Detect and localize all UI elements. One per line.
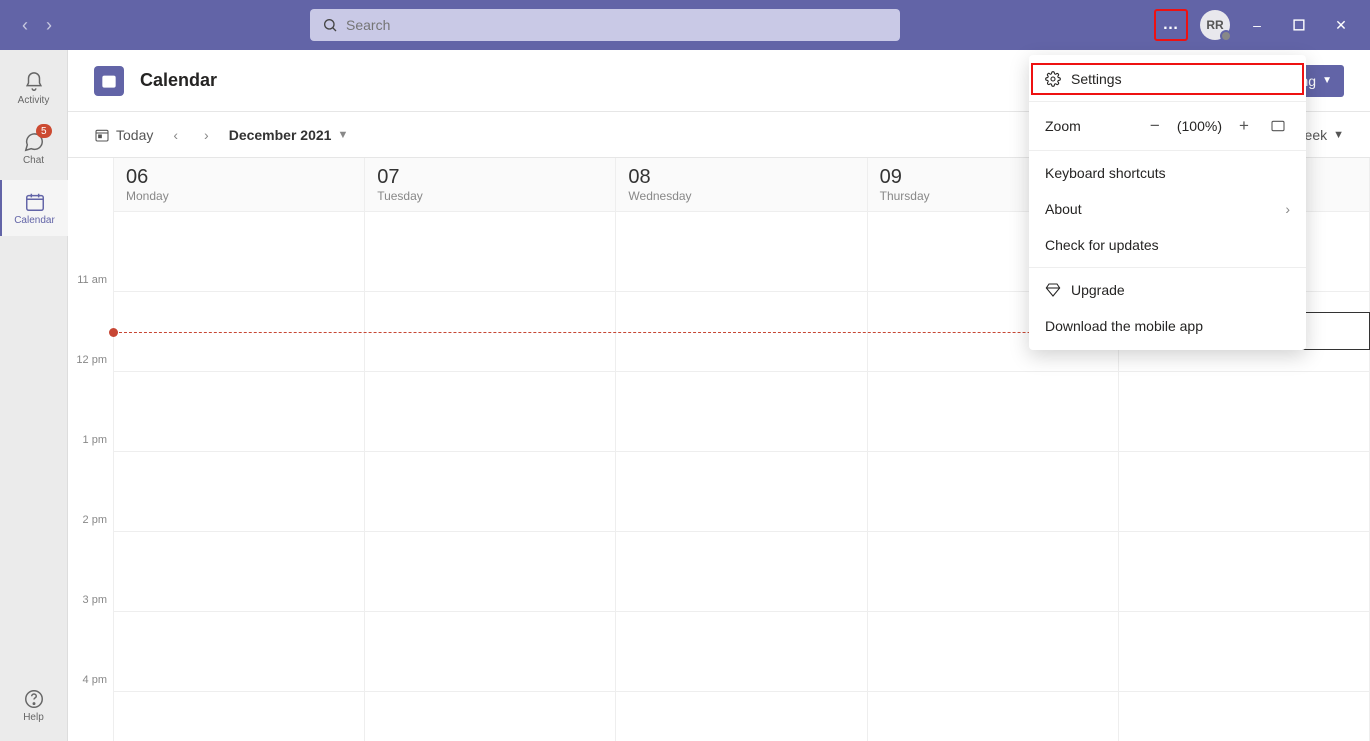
title-bar: ‹ › … RR – ✕	[0, 0, 1370, 50]
more-options-button[interactable]: …	[1154, 9, 1188, 41]
bell-icon	[23, 71, 45, 93]
menu-about[interactable]: About ›	[1029, 191, 1306, 227]
day-header[interactable]: 07Tuesday	[365, 158, 616, 211]
maximize-button[interactable]	[1284, 10, 1314, 40]
month-picker[interactable]: December 2021 ▼	[229, 127, 349, 143]
presence-indicator	[1220, 30, 1232, 42]
day-header[interactable]: 08Wednesday	[616, 158, 867, 211]
menu-shortcuts[interactable]: Keyboard shortcuts	[1029, 155, 1306, 191]
time-label: 3 pm	[83, 594, 107, 606]
zoom-in-button[interactable]: +	[1232, 114, 1256, 138]
settings-dropdown-menu: Settings Zoom − (100%) + Keyboard shortc…	[1029, 55, 1306, 350]
rail-help[interactable]: Help	[0, 677, 68, 733]
chevron-right-icon: ›	[1285, 201, 1290, 217]
nav-arrows: ‹ ›	[18, 11, 56, 40]
search-input[interactable]	[346, 17, 888, 33]
fullscreen-button[interactable]	[1266, 114, 1290, 138]
today-button[interactable]: Today	[94, 127, 153, 143]
menu-check-updates[interactable]: Check for updates	[1029, 227, 1306, 263]
rail-activity[interactable]: Activity	[0, 60, 68, 116]
rail-label: Help	[23, 712, 44, 723]
forward-button[interactable]: ›	[42, 11, 56, 40]
page-title: Calendar	[140, 70, 217, 91]
prev-period-button[interactable]: ‹	[167, 127, 184, 143]
calendar-icon	[24, 191, 46, 213]
time-label: 2 pm	[83, 514, 107, 526]
day-header[interactable]: 06Monday	[114, 158, 365, 211]
gear-icon	[1045, 71, 1061, 87]
calendar-app-icon	[94, 66, 124, 96]
search-icon	[322, 17, 338, 33]
time-gutter: 11 am 12 pm 1 pm 2 pm 3 pm 4 pm	[68, 158, 114, 741]
avatar[interactable]: RR	[1200, 10, 1230, 40]
fullscreen-icon	[1270, 118, 1286, 134]
menu-download-mobile[interactable]: Download the mobile app	[1029, 308, 1306, 344]
app-rail: Activity 5 Chat Calendar Help	[0, 50, 68, 741]
chat-badge: 5	[36, 124, 52, 138]
today-icon	[94, 127, 110, 143]
rail-label: Activity	[18, 95, 50, 106]
back-button[interactable]: ‹	[18, 11, 32, 40]
time-label: 4 pm	[83, 674, 107, 686]
help-icon	[23, 688, 45, 710]
rail-label: Calendar	[14, 215, 55, 226]
menu-zoom-row: Zoom − (100%) +	[1029, 106, 1306, 146]
rail-calendar[interactable]: Calendar	[0, 180, 68, 236]
time-label: 1 pm	[83, 434, 107, 446]
search-box[interactable]	[310, 9, 900, 41]
rail-chat[interactable]: 5 Chat	[0, 120, 68, 176]
next-period-button[interactable]: ›	[198, 127, 215, 143]
menu-upgrade[interactable]: Upgrade	[1029, 272, 1306, 308]
zoom-percent: (100%)	[1177, 118, 1222, 134]
zoom-label: Zoom	[1045, 118, 1133, 134]
time-label: 11 am	[77, 274, 107, 286]
rail-label: Chat	[23, 155, 44, 166]
time-label: 12 pm	[76, 354, 107, 366]
zoom-out-button[interactable]: −	[1143, 114, 1167, 138]
maximize-icon	[1293, 19, 1306, 32]
menu-settings[interactable]: Settings	[1029, 61, 1306, 97]
diamond-icon	[1045, 282, 1061, 298]
close-button[interactable]: ✕	[1326, 10, 1356, 40]
minimize-button[interactable]: –	[1242, 10, 1272, 40]
